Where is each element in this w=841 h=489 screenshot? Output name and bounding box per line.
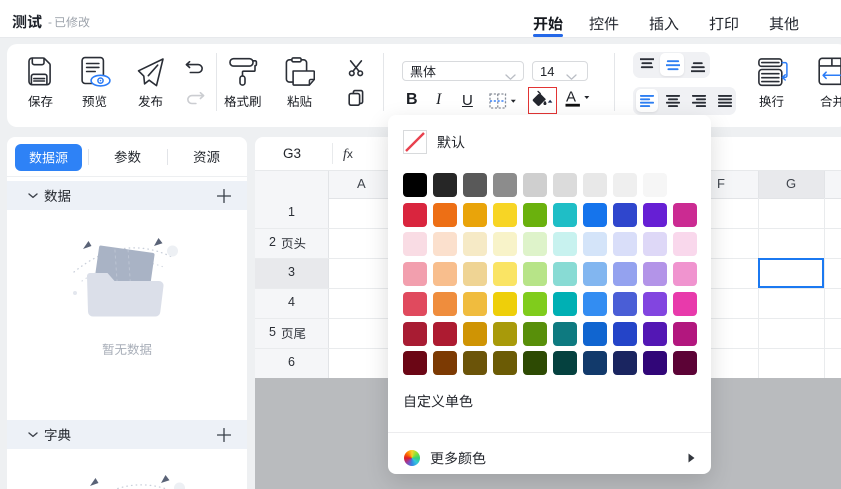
svg-text:A: A — [566, 89, 576, 106]
